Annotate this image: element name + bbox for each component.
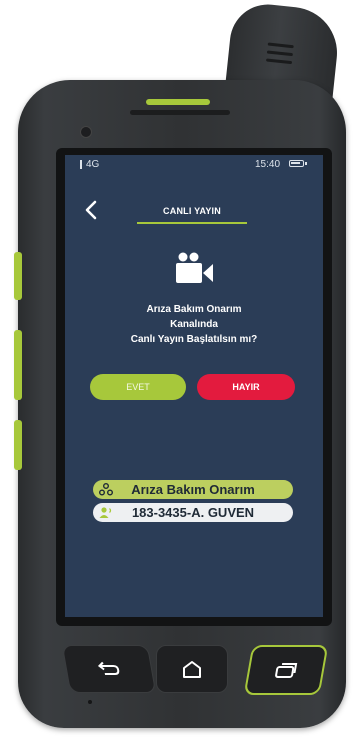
side-volume-button[interactable] [14, 330, 22, 400]
title-underline [137, 222, 247, 224]
hardware-home-icon [183, 661, 201, 678]
user-badge: 183-3435-A. GUVEN [93, 503, 293, 522]
earpiece [130, 110, 230, 115]
page-title: CANLI YAYIN [163, 206, 221, 216]
top-accent-strip [146, 99, 210, 105]
status-time: 15:40 [255, 159, 281, 170]
hardware-recent-key[interactable] [243, 645, 329, 695]
no-button[interactable]: HAYIR [197, 374, 295, 400]
question-line-3: Canlı Yayın Başlatılsın mı? [130, 334, 258, 345]
status-bar: 4G 15:40 [65, 155, 323, 173]
battery-icon [289, 160, 307, 167]
question-line-2: Kanalında [170, 319, 218, 330]
hardware-back-icon [97, 661, 120, 675]
front-camera [80, 126, 92, 138]
hardware-recent-apps-icon [275, 663, 298, 678]
hardware-back-key[interactable] [61, 645, 157, 693]
microphone-hole [88, 700, 92, 704]
question-line-1: Arıza Bakım Onarım [146, 304, 242, 315]
network-type: 4G [86, 159, 100, 170]
user-name: 183-3435-A. GUVEN [131, 505, 255, 520]
live-stream-question: Arıza Bakım Onarım Kanalında Canlı Yayın… [95, 302, 293, 347]
channel-badge: Arıza Bakım Onarım [93, 480, 293, 499]
screen: 4G 15:40 CANLI YAYIN Arıza Bakım Onarım … [65, 155, 323, 617]
device-stage: 4G 15:40 CANLI YAYIN Arıza Bakım Onarım … [0, 0, 360, 741]
side-ptt-button[interactable] [14, 252, 22, 300]
signal-icon [80, 160, 82, 169]
back-button[interactable] [81, 199, 103, 221]
channel-name: Arıza Bakım Onarım [131, 482, 255, 497]
side-function-button[interactable] [14, 420, 22, 470]
yes-button[interactable]: EVET [90, 374, 186, 400]
video-camera-icon [176, 252, 213, 283]
back-arrow-icon [85, 200, 97, 220]
hardware-home-key[interactable] [156, 645, 228, 693]
